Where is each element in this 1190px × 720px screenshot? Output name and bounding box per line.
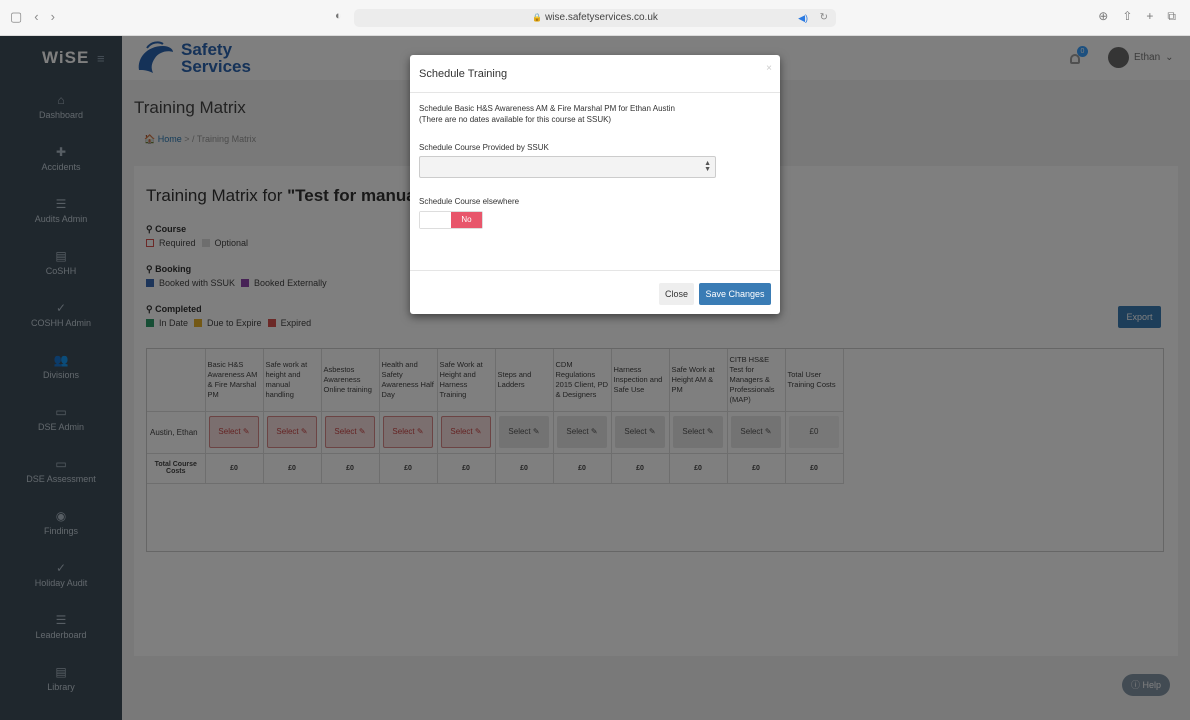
save-changes-button[interactable]: Save Changes: [699, 283, 771, 305]
availability-note: (There are no dates available for this c…: [419, 115, 612, 124]
elsewhere-toggle[interactable]: No: [419, 211, 483, 229]
reload-icon[interactable]: ↻: [820, 9, 828, 27]
forward-icon[interactable]: ›: [51, 9, 55, 25]
ssuk-course-label: Schedule Course Provided by SSUK: [419, 143, 549, 152]
share-icon[interactable]: ⇧: [1122, 9, 1132, 24]
download-icon[interactable]: ⊕: [1098, 9, 1108, 24]
toggle-handle: [420, 212, 451, 228]
tabs-overview-icon[interactable]: ⧉: [1167, 9, 1176, 24]
browser-toolbar: ▢ ‹ › ◐ 🔒 wise.safetyservices.co.uk ◀) ↻ …: [0, 0, 1190, 36]
modal-header: Schedule Training ×: [410, 55, 780, 93]
close-button[interactable]: Close: [659, 283, 694, 305]
address-text: wise.safetyservices.co.uk: [545, 12, 658, 23]
new-tab-icon[interactable]: +: [1146, 9, 1153, 24]
modal-footer: Close Save Changes: [410, 270, 780, 314]
address-bar[interactable]: 🔒 wise.safetyservices.co.uk ◀) ↻: [354, 9, 836, 27]
modal-body: Schedule Basic H&S Awareness AM & Fire M…: [419, 103, 771, 229]
modal-title: Schedule Training: [419, 68, 508, 80]
audio-icon[interactable]: ◀): [798, 9, 808, 27]
ssuk-course-select[interactable]: ▲ ▼: [419, 156, 716, 178]
elsewhere-label: Schedule Course elsewhere: [419, 197, 520, 206]
select-arrows-icon: ▲ ▼: [704, 160, 711, 173]
back-icon[interactable]: ‹: [34, 9, 38, 25]
toggle-state-label: No: [451, 212, 482, 228]
browser-actions: ⊕ ⇧ + ⧉: [1098, 9, 1176, 24]
schedule-description: Schedule Basic H&S Awareness AM & Fire M…: [419, 104, 675, 113]
sidebar-toggle-icon[interactable]: ▢: [10, 9, 22, 25]
schedule-training-modal: Schedule Training × Schedule Basic H&S A…: [410, 55, 780, 314]
browser-nav-controls: ▢ ‹ ›: [10, 9, 55, 25]
close-icon[interactable]: ×: [766, 63, 772, 74]
privacy-shield-icon[interactable]: ◐: [335, 10, 342, 22]
lock-icon: 🔒: [532, 13, 543, 22]
